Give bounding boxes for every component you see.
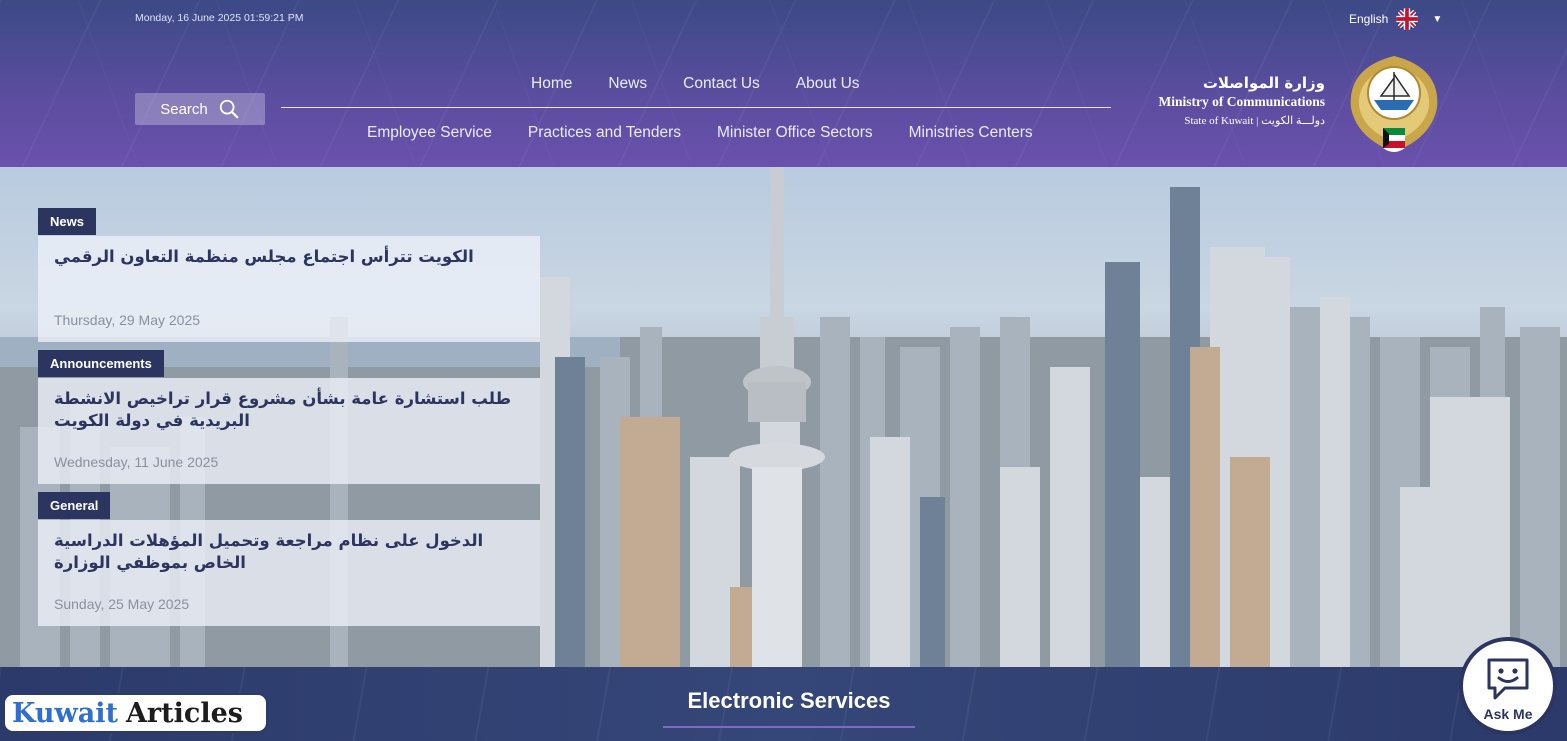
brand-name-ar: وزارة المواصلات (1202, 74, 1325, 92)
news-card-title[interactable]: الكويت تترأس اجتماع مجلس منظمة التعاون ا… (54, 246, 524, 268)
nav-ministries-centers[interactable]: Ministries Centers (909, 124, 1033, 142)
watermark-part2: Articles (125, 697, 243, 729)
nav-about-us[interactable]: About Us (796, 75, 860, 93)
nav-minister-office-sectors[interactable]: Minister Office Sectors (717, 124, 873, 142)
current-datetime: Monday, 16 June 2025 01:59:21 PM (135, 12, 304, 24)
chevron-down-icon[interactable]: ▼ (1432, 14, 1442, 25)
tag-news[interactable]: News (38, 208, 96, 235)
electronic-services-heading: Electronic Services (687, 688, 891, 713)
general-card[interactable]: الدخول على نظام مراجعة وتحميل المؤهلات ا… (38, 520, 540, 626)
uk-flag-icon (1396, 8, 1419, 30)
secondary-nav: Employee Service Practices and Tenders M… (367, 124, 1033, 142)
tag-general[interactable]: General (38, 492, 111, 519)
announcement-card-date: Wednesday, 11 June 2025 (54, 454, 219, 470)
site-header: Monday, 16 June 2025 01:59:21 PM English… (0, 0, 1567, 167)
announcement-card-title[interactable]: طلب استشارة عامة بشأن مشروع قرار تراخيص … (54, 388, 524, 432)
ministry-brand[interactable]: وزارة المواصلات Ministry of Communicatio… (1159, 74, 1326, 127)
brand-name-en: Ministry of Communications (1158, 94, 1326, 109)
primary-nav: Home News Contact Us About Us (531, 75, 860, 93)
heading-underline (663, 726, 915, 728)
news-card[interactable]: الكويت تترأس اجتماع مجلس منظمة التعاون ا… (38, 236, 540, 342)
nav-home[interactable]: Home (531, 75, 572, 93)
nav-news[interactable]: News (608, 75, 647, 93)
nav-employee-service[interactable]: Employee Service (367, 124, 492, 142)
news-card-date: Thursday, 29 May 2025 (54, 312, 201, 328)
kuwait-emblem-logo[interactable] (1341, 48, 1447, 160)
ask-me-label: Ask Me (1483, 706, 1533, 722)
search-label: Search (160, 100, 208, 118)
hero-banner: News الكويت تترأس اجتماع مجلس منظمة التع… (0, 167, 1567, 667)
watermark-logo: Kuwait Articles (3, 693, 268, 733)
watermark-part1: Kuwait (12, 697, 118, 729)
search-icon (219, 99, 239, 119)
general-card-title[interactable]: الدخول على نظام مراجعة وتحميل المؤهلات ا… (54, 530, 524, 574)
announcement-card[interactable]: طلب استشارة عامة بشأن مشروع قرار تراخيص … (38, 378, 540, 484)
nav-practices-tenders[interactable]: Practices and Tenders (528, 124, 681, 142)
ask-me-chat-button[interactable]: Ask Me (1459, 637, 1557, 735)
language-label: English (1349, 12, 1389, 26)
nav-divider (281, 107, 1111, 108)
chat-bot-icon (1487, 658, 1529, 700)
search-button[interactable]: Search (135, 93, 265, 125)
tag-announcements[interactable]: Announcements (38, 350, 164, 377)
nav-contact-us[interactable]: Contact Us (683, 75, 760, 93)
language-switcher[interactable]: English ▼ (1349, 8, 1442, 30)
general-card-date: Sunday, 25 May 2025 (54, 596, 190, 612)
brand-state: State of Kuwait | دولـــة الكويت (1184, 115, 1325, 127)
